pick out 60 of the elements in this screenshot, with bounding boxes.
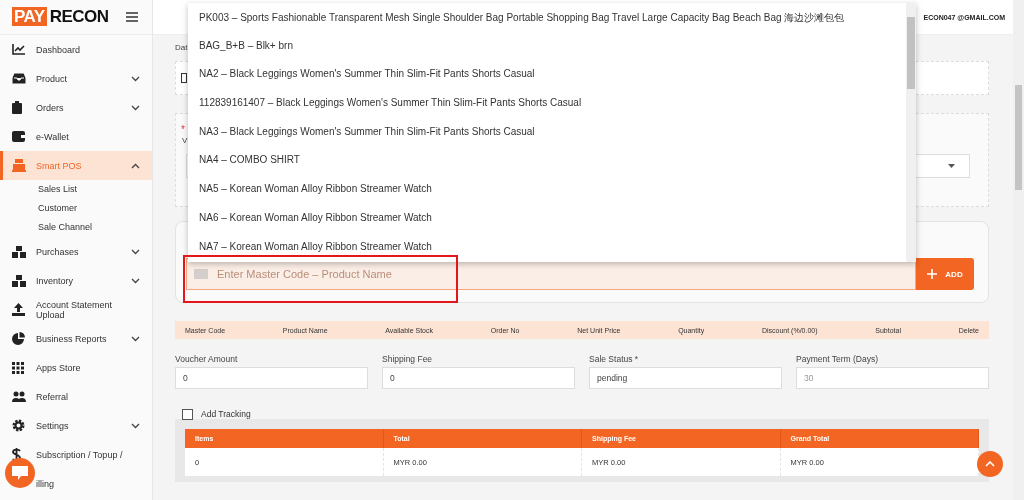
sidebar-item[interactable]: Referral: [0, 382, 152, 411]
sidebar-item[interactable]: Apps Store: [0, 353, 152, 382]
sidebar-item[interactable]: Product: [0, 64, 152, 93]
settings-icon: [12, 419, 25, 432]
field-label: Payment Term (Days): [796, 354, 880, 364]
upload-icon: [12, 303, 25, 316]
suggestion-item[interactable]: BAG_B+B – Blk+ brn: [188, 39, 906, 69]
input-field[interactable]: 30: [796, 367, 989, 389]
sidebar-item[interactable]: Dashboard: [0, 35, 152, 64]
apps-grid-icon: [12, 361, 24, 374]
sidebar-item[interactable]: illing: [0, 469, 152, 498]
boxes-icon: [12, 274, 26, 287]
sidebar-item[interactable]: e-Wallet: [0, 122, 152, 151]
chat-icon: [12, 466, 28, 480]
sidebar-item[interactable]: Inventory: [0, 266, 152, 295]
boxes-icon: [12, 245, 26, 258]
suggestion-item[interactable]: NA4 – COMBO SHIRT: [188, 154, 906, 184]
suggestion-item[interactable]: 112839161407 – Black Leggings Women's Summer Thin Slim-Fit Pants Shorts Casual: [188, 97, 906, 126]
suggestion-item[interactable]: NA2 – Black Leggings Women's Summer Thin Slim-Fit Pants Shorts Casual: [188, 68, 906, 98]
suggestion-item[interactable]: NA6 – Korean Woman Alloy Ribbon Streamer Watch: [188, 211, 906, 241]
plus-icon: [927, 269, 938, 279]
field-label: Sale Status *: [589, 354, 640, 364]
suggestion-item[interactable]: PK003 – Sports Fashionable Transparent Mesh Single Shoulder Bag Portable Shopping Bag Travel Large Capacity Bag Beach Bag 海边沙滩包包: [188, 11, 906, 40]
field-label: Voucher Amount: [175, 354, 239, 364]
barcode-icon: [194, 269, 208, 279]
checkbox[interactable]: [182, 408, 193, 420]
scroll-top-button[interactable]: [977, 451, 1003, 477]
sidebar-item[interactable]: Business Reports: [0, 324, 152, 353]
sidebar-subitem[interactable]: Customer: [0, 199, 152, 218]
sidebar-item[interactable]: Settings: [0, 411, 152, 440]
input-field[interactable]: 0: [175, 367, 368, 389]
suggestion-item[interactable]: NA3 – Black Leggings Women's Summer Thin Slim-Fit Pants Shorts Casual: [188, 125, 906, 155]
sidebar-subitem[interactable]: Sales List: [0, 180, 152, 199]
calendar-icon: [181, 73, 187, 83]
sidebar-item[interactable]: Orders: [0, 93, 152, 122]
input-field[interactable]: 0: [382, 367, 575, 389]
tray-icon: [12, 73, 26, 84]
cash-register-icon: [12, 159, 26, 172]
sidebar-item[interactable]: Purchases: [0, 237, 152, 266]
field-label: Dat: [175, 43, 188, 54]
field-label: V: [182, 136, 188, 147]
pie-chart-icon: [12, 332, 25, 345]
required-mark: *: [181, 124, 185, 135]
dropdown-caret-icon: [948, 164, 955, 168]
scrollbar[interactable]: [1013, 0, 1024, 500]
wallet-icon: [12, 131, 25, 142]
suggestion-item[interactable]: NA5 – Korean Woman Alloy Ribbon Streamer Watch: [188, 183, 906, 212]
scrollbar[interactable]: [906, 3, 916, 262]
input-field[interactable]: pending: [589, 367, 782, 389]
sidebar-item[interactable]: Account Statement Upload: [0, 295, 152, 324]
logo: PAY RECON: [12, 7, 109, 27]
people-icon: [12, 391, 26, 402]
chart-icon: [12, 44, 25, 55]
menu-icon[interactable]: [126, 12, 138, 22]
clipboard-icon: [12, 101, 22, 114]
chat-button[interactable]: [5, 458, 35, 488]
field-label: Shipping Fee: [382, 354, 434, 364]
sidebar-subitem[interactable]: Sale Channel: [0, 218, 152, 237]
chevron-up-icon: [985, 461, 995, 467]
checkbox-label: Add Tracking: [201, 409, 251, 419]
